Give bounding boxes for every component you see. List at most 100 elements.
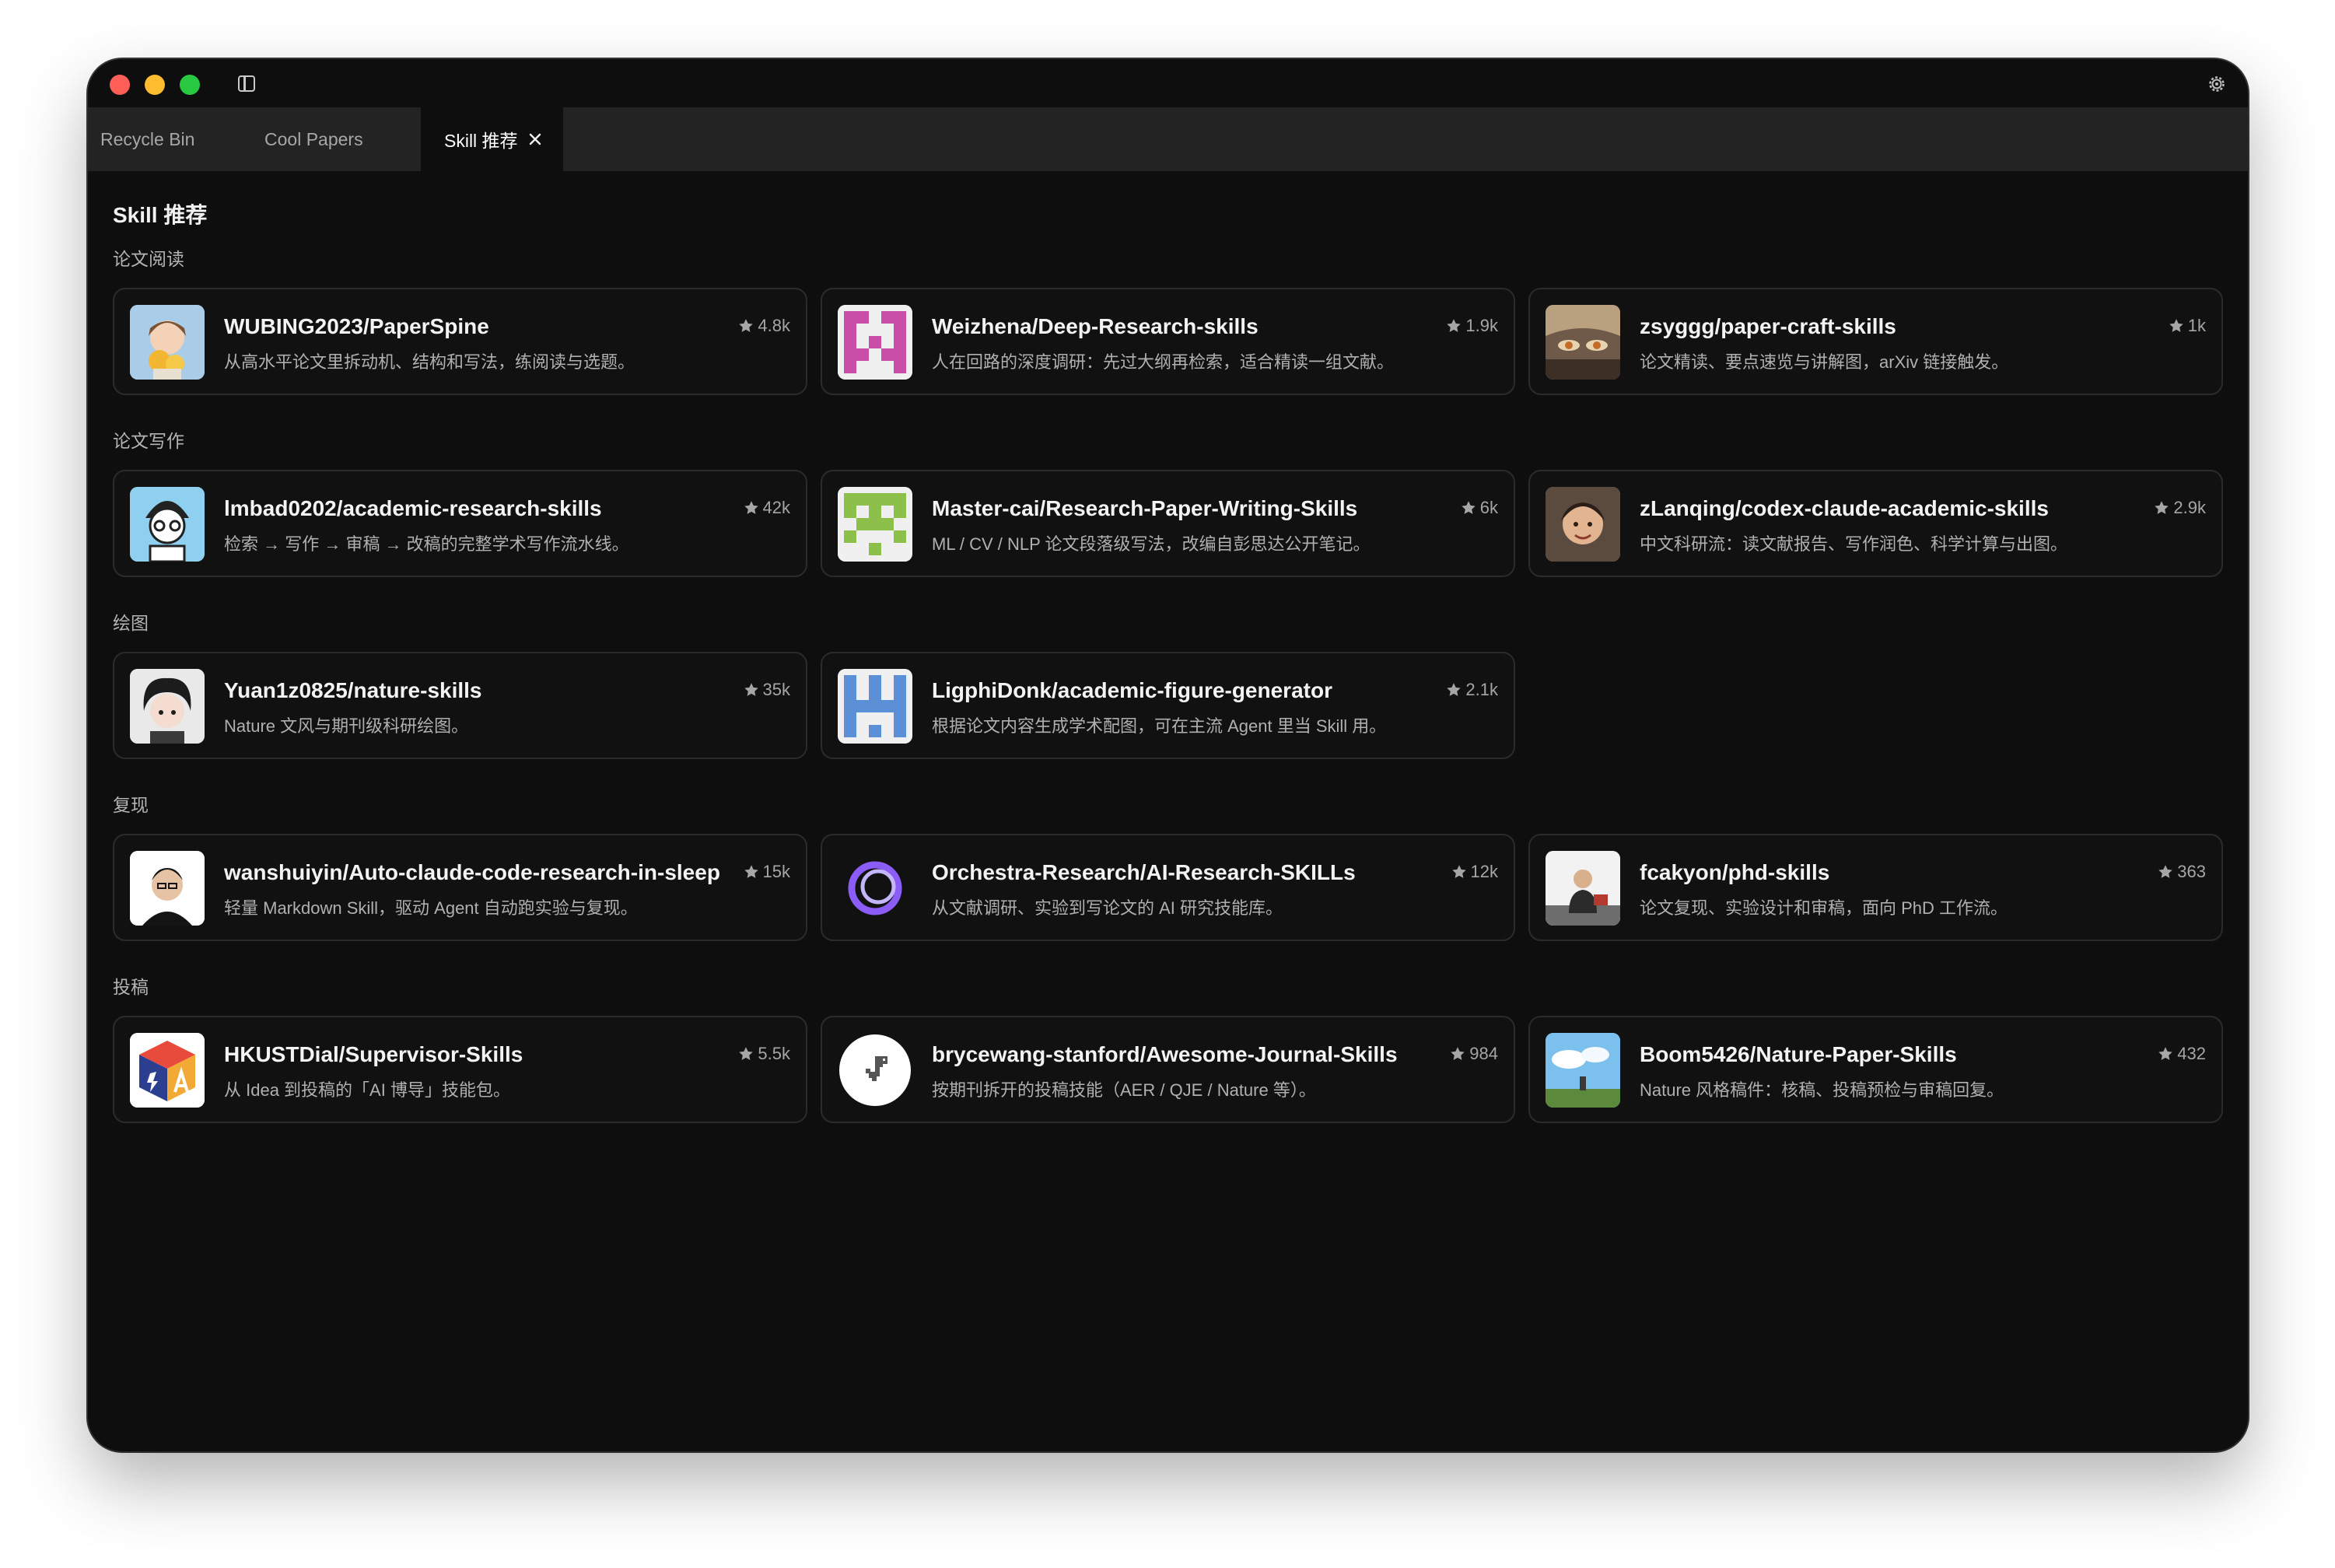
- star-count: 984: [1449, 1044, 1498, 1064]
- star-icon: [2157, 1045, 2174, 1062]
- gear-icon[interactable]: [2207, 75, 2226, 93]
- skill-repo-name: Yuan1z0825/nature-skills: [224, 678, 482, 702]
- cube-logo-icon: [130, 1033, 205, 1108]
- skill-card[interactable]: Weizhena/Deep-Research-skills 人在回路的深度调研：…: [821, 288, 1515, 395]
- star-count: 1.9k: [1445, 316, 1498, 336]
- anime-avatar-icon: [130, 669, 205, 744]
- star-count-value: 6k: [1479, 498, 1498, 517]
- star-count-value: 984: [1469, 1044, 1498, 1063]
- close-window-button[interactable]: [110, 75, 130, 95]
- star-icon: [737, 317, 754, 334]
- dino-avatar-icon: [838, 1033, 912, 1108]
- cartoon-avatar-icon: [130, 487, 205, 562]
- ring-logo-icon: [838, 851, 912, 926]
- tab-label: Skill 推荐: [444, 131, 518, 151]
- anime-avatar-icon: [1546, 305, 1620, 380]
- star-count-value: 432: [2177, 1044, 2206, 1063]
- maximize-window-button[interactable]: [180, 75, 200, 95]
- skill-card[interactable]: Yuan1z0825/nature-skills Nature 文风与期刊级科研…: [113, 652, 807, 759]
- tab-recycle-bin[interactable]: Recycle Bin: [100, 107, 194, 171]
- app-window: Recycle Bin Cool Papers Skill 推荐 Skill 推…: [88, 59, 2248, 1451]
- skill-card[interactable]: fcakyon/phd-skills 论文复现、实验设计和审稿，面向 PhD 工…: [1528, 834, 2223, 941]
- section-label: 复现: [113, 795, 149, 815]
- skill-repo-name: wanshuiyin/Auto-claude-code-research-in-…: [224, 860, 720, 884]
- skill-repo-name: zsyggg/paper-craft-skills: [1640, 314, 1896, 338]
- star-icon: [743, 863, 760, 880]
- star-count: 12k: [1451, 862, 1498, 882]
- star-count-value: 35k: [762, 680, 790, 699]
- skill-description: 论文精读、要点速览与讲解图，arXiv 链接触发。: [1640, 352, 2009, 372]
- skill-description: 中文科研流：读文献报告、写作润色、科学计算与出图。: [1640, 534, 2068, 554]
- anime-avatar-icon: [130, 305, 205, 380]
- identicon-icon: [838, 669, 912, 744]
- skill-card[interactable]: Master-cai/Research-Paper-Writing-Skills…: [821, 470, 1515, 577]
- skill-repo-name: Weizhena/Deep-Research-skills: [932, 314, 1259, 338]
- skill-repo-name: lmbad0202/academic-research-skills: [224, 496, 602, 520]
- star-count-value: 1k: [2187, 316, 2206, 335]
- star-count: 35k: [743, 680, 790, 700]
- star-count: 1k: [2168, 316, 2206, 336]
- skill-description: 轻量 Markdown Skill，驱动 Agent 自动跑实验与复现。: [224, 898, 638, 918]
- section-label: 论文写作: [113, 431, 184, 451]
- star-icon: [2157, 863, 2174, 880]
- skill-repo-name: Boom5426/Nature-Paper-Skills: [1640, 1042, 1957, 1066]
- page-title: Skill 推荐: [113, 203, 208, 227]
- sidebar-toggle-icon[interactable]: [238, 75, 255, 92]
- star-count-value: 363: [2177, 862, 2206, 881]
- identicon-icon: [838, 487, 912, 562]
- tab-label: Recycle Bin: [100, 128, 195, 149]
- star-count: 6k: [1460, 498, 1498, 518]
- skill-description: 人在回路的深度调研：先过大纲再检索，适合精读一组文献。: [932, 352, 1395, 372]
- skill-card[interactable]: LigphiDonk/academic-figure-generator 根据论…: [821, 652, 1515, 759]
- tab-skill-recommend[interactable]: Skill 推荐: [421, 107, 563, 171]
- star-icon: [1445, 681, 1462, 698]
- skill-description: ML / CV / NLP 论文段落级写法，改编自彭思达公开笔记。: [932, 534, 1371, 554]
- star-icon: [1449, 1045, 1466, 1062]
- star-icon: [2153, 499, 2170, 516]
- star-count: 2.9k: [2153, 498, 2206, 518]
- tab-cool-papers[interactable]: Cool Papers: [264, 107, 363, 171]
- skill-card[interactable]: lmbad0202/academic-research-skills 检索 → …: [113, 470, 807, 577]
- star-count-value: 12k: [1470, 862, 1498, 881]
- skill-description: Nature 文风与期刊级科研绘图。: [224, 716, 469, 736]
- skill-card[interactable]: HKUSTDial/Supervisor-Skills 从 Idea 到投稿的「…: [113, 1016, 807, 1123]
- star-icon: [2168, 317, 2185, 334]
- photo-avatar-icon: [130, 851, 205, 926]
- skill-description: 根据论文内容生成学术配图，可在主流 Agent 里当 Skill 用。: [932, 716, 1387, 736]
- star-icon: [743, 499, 760, 516]
- skill-card[interactable]: WUBING2023/PaperSpine 从高水平论文里拆动机、结构和写法，练…: [113, 288, 807, 395]
- close-icon[interactable]: [527, 131, 543, 147]
- skill-card[interactable]: brycewang-stanford/Awesome-Journal-Skill…: [821, 1016, 1515, 1123]
- star-icon: [737, 1045, 754, 1062]
- skill-repo-name: zLanqing/codex-claude-academic-skills: [1640, 496, 2049, 520]
- main-content: Skill 推荐 论文阅读 论文写作 绘图 复现 投稿 WUBING2023/P…: [88, 171, 2248, 1451]
- star-count: 4.8k: [737, 316, 790, 336]
- minimize-window-button[interactable]: [145, 75, 165, 95]
- skill-description: 按期刊拆开的投稿技能（AER / QJE / Nature 等）。: [932, 1080, 1316, 1100]
- skill-description: 检索 → 写作 → 审稿 → 改稿的完整学术写作流水线。: [224, 534, 629, 554]
- title-bar: [88, 59, 2248, 107]
- skill-repo-name: LigphiDonk/academic-figure-generator: [932, 678, 1332, 702]
- star-icon: [1451, 863, 1468, 880]
- skill-card[interactable]: zLanqing/codex-claude-academic-skills 中文…: [1528, 470, 2223, 577]
- skill-description: 论文复现、实验设计和审稿，面向 PhD 工作流。: [1640, 898, 2008, 918]
- star-count: 432: [2157, 1044, 2206, 1064]
- star-count-value: 5.5k: [758, 1044, 790, 1063]
- star-count: 15k: [743, 862, 790, 882]
- star-count: 363: [2157, 862, 2206, 882]
- sky-avatar-icon: [1546, 1033, 1620, 1108]
- star-icon: [743, 681, 760, 698]
- star-count: 42k: [743, 498, 790, 518]
- skill-card[interactable]: Boom5426/Nature-Paper-Skills Nature 风格稿件…: [1528, 1016, 2223, 1123]
- skill-repo-name: Master-cai/Research-Paper-Writing-Skills: [932, 496, 1358, 520]
- star-icon: [1460, 499, 1477, 516]
- skill-card[interactable]: Orchestra-Research/AI-Research-SKILLs 从文…: [821, 834, 1515, 941]
- skill-description: 从高水平论文里拆动机、结构和写法，练阅读与选题。: [224, 352, 635, 372]
- star-count: 5.5k: [737, 1044, 790, 1064]
- skill-card[interactable]: zsyggg/paper-craft-skills 论文精读、要点速览与讲解图，…: [1528, 288, 2223, 395]
- skill-card[interactable]: wanshuiyin/Auto-claude-code-research-in-…: [113, 834, 807, 941]
- tab-label: Cool Papers: [264, 128, 363, 149]
- star-count-value: 1.9k: [1465, 316, 1498, 335]
- section-label: 投稿: [113, 977, 149, 997]
- tab-bar: Recycle Bin Cool Papers Skill 推荐: [88, 107, 2248, 171]
